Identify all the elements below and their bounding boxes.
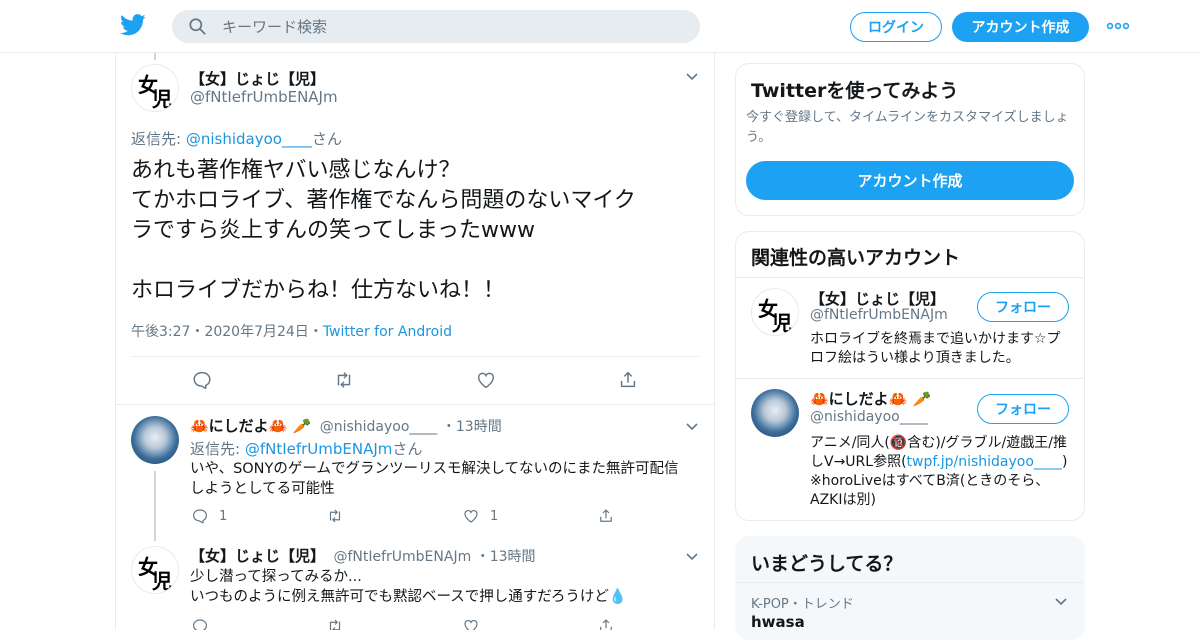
share-action[interactable]: [597, 617, 615, 630]
reply-icon: [193, 509, 207, 524]
signup-card-subtitle: 今すぐ登録して、タイムラインをカスタマイズしましょう。: [746, 110, 1069, 145]
search-box[interactable]: [172, 10, 700, 43]
retweet-icon: [329, 619, 341, 630]
reply-action[interactable]: [191, 369, 213, 391]
retweet-action[interactable]: [333, 369, 355, 391]
heart-icon: [464, 510, 478, 523]
account-bio: アニメ/同人(🔞含む)/グラブル/遊戯王/推しV→URL参照(twpf.jp/n…: [810, 435, 1068, 508]
reply-icon: [193, 619, 207, 630]
avatar[interactable]: 女 児: [131, 64, 179, 112]
chevron-down-icon[interactable]: [685, 70, 699, 84]
retweet-action[interactable]: [326, 617, 344, 630]
avatar[interactable]: [131, 416, 179, 464]
heart-icon: [477, 372, 495, 389]
related-accounts-card: 関連性の高いアカウント 女 児 【女】じょじ【児】 @fNtIefrUmbENA…: [735, 231, 1085, 521]
divider: [131, 356, 699, 357]
tweet-text: いや、SONYのゲームでグランツーリスモ解決してないのにまた無許可配信 しようと…: [190, 461, 679, 497]
avatar-logo-2: 児: [772, 311, 792, 335]
divider: [736, 582, 1084, 583]
share-icon: [620, 371, 636, 388]
chevron-down-icon[interactable]: [1054, 595, 1068, 609]
more-options-icon[interactable]: [1106, 18, 1130, 34]
handle[interactable]: @nishidayoo____: [320, 419, 438, 435]
divider: [736, 277, 1084, 278]
share-action[interactable]: [597, 507, 615, 525]
trends-title: いまどうしてる？: [751, 553, 903, 575]
signup-button[interactable]: アカウント作成: [952, 12, 1089, 42]
reply-to-link[interactable]: @fNtIefrUmbENAJm: [245, 440, 393, 458]
account-name[interactable]: 【女】じょじ【児】: [810, 288, 945, 309]
chevron-down-icon[interactable]: [685, 420, 699, 434]
trend-category: K-POP・トレンド: [751, 597, 854, 612]
like-action[interactable]: 1: [462, 507, 498, 525]
retweet-action[interactable]: [326, 507, 344, 525]
display-name[interactable]: 【女】じょじ【児】: [190, 68, 325, 89]
avatar[interactable]: 女 児: [131, 546, 179, 594]
avatar-logo-2: 児: [152, 87, 172, 111]
reply-to-link[interactable]: @nishidayoo____: [186, 130, 312, 148]
chevron-down-icon[interactable]: [685, 550, 699, 564]
search-input[interactable]: [222, 10, 682, 43]
share-icon: [600, 509, 612, 522]
reply-header: 🦀にしだよ🦀 🥕 @nishidayoo____ ・13時間: [190, 417, 502, 435]
like-action[interactable]: [475, 369, 497, 391]
tweet-source-link[interactable]: Twitter for Android: [323, 324, 452, 340]
tweet-time[interactable]: 13時間: [456, 419, 502, 435]
avatar[interactable]: [751, 389, 799, 437]
reply-tweet[interactable]: 🦀にしだよ🦀 🥕 @nishidayoo____ ・13時間 返信先: @fNt…: [116, 405, 714, 541]
reply-action[interactable]: 1: [191, 507, 227, 525]
avatar-logo-2: 児: [152, 569, 172, 593]
reply-icon: [193, 371, 211, 390]
heart-icon: [464, 620, 478, 630]
handle[interactable]: @fNtIefrUmbENAJm: [333, 549, 471, 565]
main-timeline: 女 児 【女】じょじ【児】 @fNtIefrUmbENAJm 返信先: @nis…: [115, 53, 715, 630]
trend-item[interactable]: K-POP・トレンド hwasa: [751, 593, 1071, 633]
avatar[interactable]: 女 児: [751, 288, 799, 336]
reply-tweet[interactable]: 女 児 【女】じょじ【児】 @fNtIefrUmbENAJm ・13時間 少し潜…: [116, 535, 714, 630]
tweet-date[interactable]: 2020年7月24日: [204, 324, 308, 340]
account-bio: ホロライブを終焉まで追いかけます☆プロフ絵はうい様より頂きました。: [810, 331, 1061, 366]
like-count: 1: [490, 508, 499, 524]
handle[interactable]: @fNtIefrUmbENAJm: [190, 88, 338, 106]
like-action[interactable]: [462, 617, 480, 630]
reply-to-line: 返信先: @fNtIefrUmbENAJmさん: [190, 440, 423, 458]
reply-header: 【女】じょじ【児】 @fNtIefrUmbENAJm ・13時間: [190, 547, 536, 565]
follow-button[interactable]: フォロー: [977, 292, 1069, 322]
display-name[interactable]: 🦀にしだよ🦀 🥕: [190, 417, 311, 435]
reply-action[interactable]: [191, 617, 209, 630]
signup-card-title: Twitterを使ってみよう: [751, 80, 959, 102]
tweet-text: 少し潜って探ってみるか... いつものように例え無許可でも黙認ベースで押し通すだ…: [190, 569, 627, 605]
trend-name: hwasa: [751, 613, 805, 631]
tweet-meta: 午後3:27・2020年7月24日・Twitter for Android: [131, 324, 453, 340]
tweet-time[interactable]: 午後3:27: [131, 324, 190, 340]
reply-count: 1: [219, 508, 228, 524]
share-action[interactable]: [617, 369, 639, 391]
retweet-icon: [329, 509, 341, 523]
tweet-text: あれも著作権ヤバい感じなんけ？ てかホロライブ、著作権でなんら問題のないマイク …: [131, 158, 636, 303]
tweet-time[interactable]: 13時間: [490, 549, 536, 565]
signup-card-button[interactable]: アカウント作成: [746, 161, 1074, 200]
twitter-bird-icon[interactable]: [120, 14, 146, 36]
follow-button[interactable]: フォロー: [977, 394, 1069, 424]
share-icon: [600, 619, 612, 630]
account-name[interactable]: 🦀にしだよ🦀 🥕: [810, 388, 931, 409]
related-title: 関連性の高いアカウント: [751, 247, 961, 269]
search-icon: [189, 18, 206, 35]
trends-card: いまどうしてる？ K-POP・トレンド hwasa: [735, 536, 1085, 640]
bio-link[interactable]: twpf.jp/nishidayoo____: [907, 454, 1062, 470]
thread-connector: [154, 471, 156, 541]
reply-to-line: 返信先: @nishidayoo____さん: [131, 130, 342, 148]
display-name[interactable]: 【女】じょじ【児】: [190, 547, 325, 565]
retweet-icon: [337, 372, 351, 388]
top-bar: ログイン アカウント作成: [0, 0, 1200, 53]
account-handle[interactable]: @fNtIefrUmbENAJm: [810, 307, 948, 323]
divider: [736, 378, 1084, 379]
account-handle[interactable]: @nishidayoo____: [810, 409, 928, 425]
login-button[interactable]: ログイン: [850, 12, 942, 42]
signup-card: Twitterを使ってみよう 今すぐ登録して、タイムラインをカスタマイズしましょ…: [735, 63, 1085, 216]
thread-connector: [154, 53, 156, 60]
